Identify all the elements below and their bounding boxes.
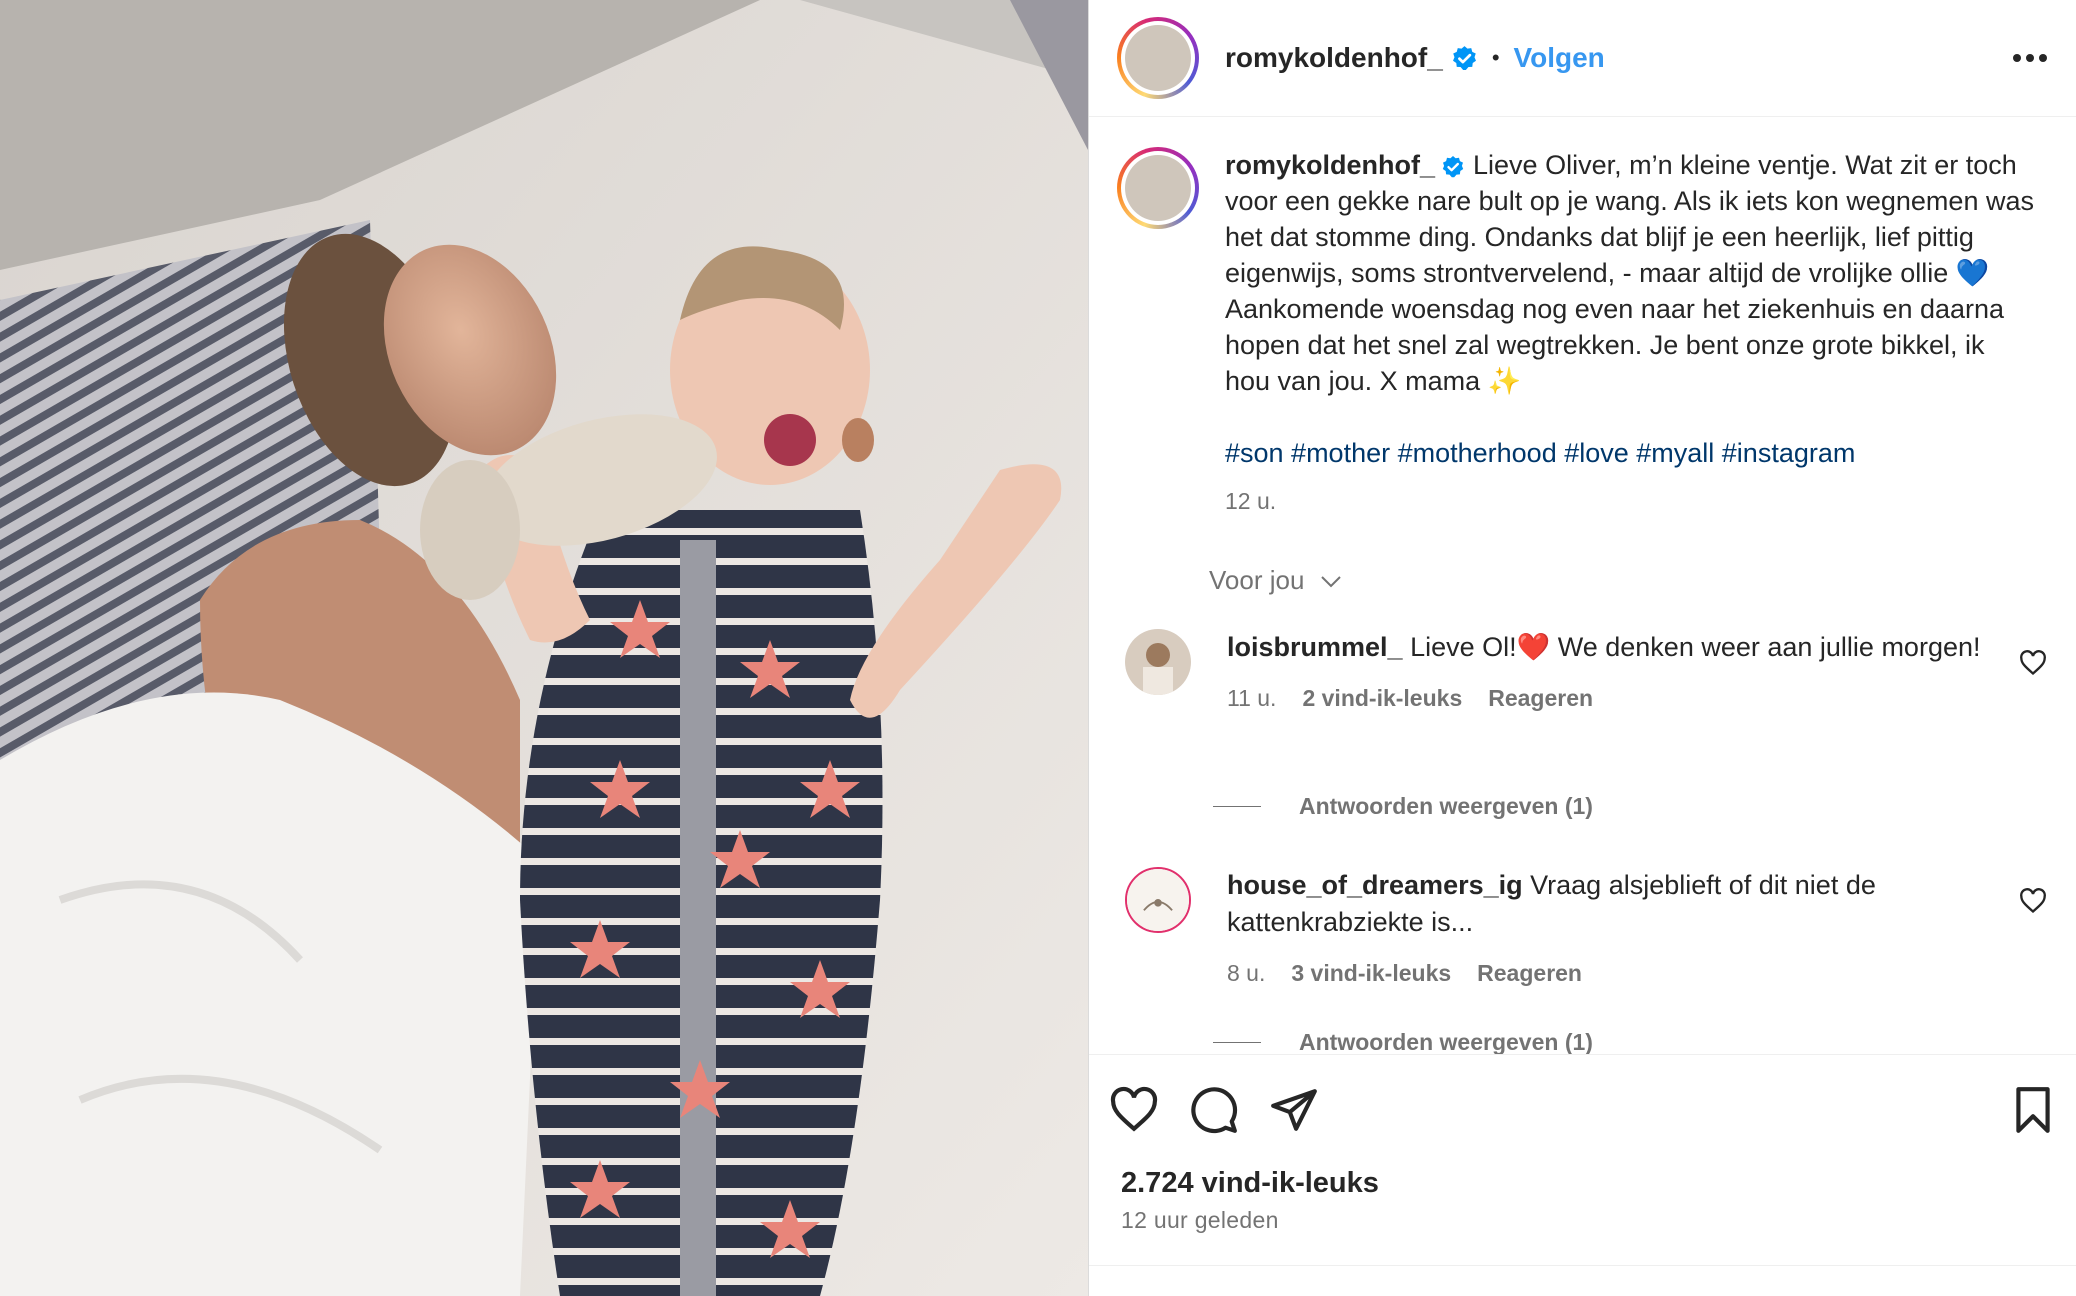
follow-button[interactable]: Volgen	[1514, 42, 1605, 74]
commenter-avatar[interactable]	[1125, 629, 1191, 695]
comment-item: house_of_dreamers_ig Vraag alsjeblieft o…	[1117, 867, 2047, 992]
verified-badge-icon	[1442, 155, 1464, 178]
comment-like-icon[interactable]	[2019, 887, 2047, 915]
view-replies-button[interactable]: Antwoorden weergeven (1)	[1213, 793, 1593, 820]
author-username[interactable]: romykoldenhof_	[1225, 42, 1443, 74]
comment-like-icon[interactable]	[2019, 649, 2047, 677]
post-date[interactable]: 12 uur geleden	[1121, 1207, 1279, 1234]
post-sidebar: romykoldenhof_ • Volgen romykoldenhof_ L…	[1088, 0, 2076, 1296]
comment-username[interactable]: loisbrummel_	[1227, 632, 1403, 662]
commenter-avatar[interactable]	[1125, 867, 1191, 933]
view-replies-button[interactable]: Antwoorden weergeven (1)	[1213, 1029, 1593, 1054]
post-photo[interactable]	[0, 0, 1088, 1296]
divider	[1089, 1265, 2076, 1266]
reply-button[interactable]: Reageren	[1488, 680, 1593, 717]
comment-likes[interactable]: 3 vind-ik-leuks	[1291, 955, 1451, 992]
comment-icon[interactable]	[1189, 1085, 1239, 1135]
post-header: romykoldenhof_ • Volgen	[1089, 0, 2076, 116]
comment-time: 8 u.	[1227, 960, 1266, 986]
for-you-label: Voor jou	[1209, 565, 1305, 595]
comment-likes[interactable]: 2 vind-ik-leuks	[1302, 680, 1462, 717]
replies-line	[1213, 806, 1261, 807]
reply-button[interactable]: Reageren	[1477, 955, 1582, 992]
caption-hashtags[interactable]: #son #mother #motherhood #love #myall #i…	[1225, 435, 2035, 471]
for-you-filter[interactable]: Voor jou	[1209, 565, 1342, 596]
like-count[interactable]: 2.724 vind-ik-leuks	[1121, 1167, 1379, 1200]
author-avatar[interactable]	[1117, 17, 1199, 99]
comment-text: Lieve Ol!❤️ We denken weer aan jullie mo…	[1410, 632, 1981, 662]
replies-line	[1213, 1042, 1261, 1043]
verified-badge-icon	[1452, 45, 1476, 70]
more-icon[interactable]	[2012, 52, 2048, 64]
caption-timestamp: 12 u.	[1225, 488, 1277, 514]
view-replies-label: Antwoorden weergeven (1)	[1299, 793, 1593, 819]
bookmark-icon[interactable]	[2008, 1085, 2058, 1135]
post-actions: 2.724 vind-ik-leuks 12 uur geleden	[1089, 1054, 2076, 1296]
caption-username[interactable]: romykoldenhof_	[1225, 150, 1435, 180]
comment-item: loisbrummel_ Lieve Ol!❤️ We denken weer …	[1117, 629, 2047, 717]
comment-username[interactable]: house_of_dreamers_ig	[1227, 870, 1523, 900]
chevron-down-icon	[1320, 576, 1341, 588]
caption-avatar[interactable]	[1117, 147, 1199, 229]
caption-text: Lieve Oliver, m’n kleine ventje. Wat zit…	[1225, 150, 2034, 396]
post-caption: romykoldenhof_ Lieve Oliver, m’n kleine …	[1117, 147, 2047, 519]
view-replies-label: Antwoorden weergeven (1)	[1299, 1029, 1593, 1054]
comment-time: 11 u.	[1227, 685, 1277, 711]
separator-dot: •	[1491, 45, 1500, 70]
comments-scroll-area[interactable]: romykoldenhof_ Lieve Oliver, m’n kleine …	[1089, 116, 2076, 1054]
heart-icon[interactable]	[1109, 1085, 1159, 1135]
share-icon[interactable]	[1269, 1085, 1319, 1135]
post-image	[0, 0, 1088, 1296]
